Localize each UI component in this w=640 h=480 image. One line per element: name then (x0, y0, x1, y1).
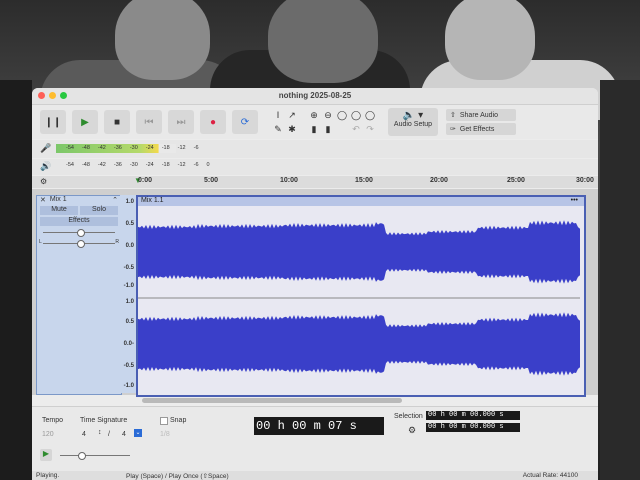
silence-icon[interactable]: ▮ (322, 123, 334, 135)
waveform[interactable] (138, 206, 580, 391)
record-button[interactable]: ● (200, 110, 226, 134)
stop-button[interactable]: ■ (104, 110, 130, 134)
vertical-amplitude-scale[interactable]: 1.0 0.5 0.0 -0.5 -1.0 1.0 0.5 0.0- -0.5 … (120, 195, 136, 393)
skip-start-icon: ⏮ (144, 116, 154, 128)
skip-start-button[interactable]: ⏮ (136, 110, 162, 134)
trim-icon[interactable]: ▮ (308, 123, 320, 135)
audacity-window: nothing 2025-08-25 ❙❙ ▶ ■ ⏮ ⏭ ● ⟳ I ↗ ✎ … (32, 88, 598, 480)
collapse-track-icon[interactable]: ⌃ (112, 196, 118, 205)
audio-setup-label: Audio Setup (393, 121, 433, 128)
playback-meter-scale[interactable]: -54 -48 -42 -36 -30 -24 -18 -12 -6 0 (66, 162, 210, 168)
effects-button[interactable]: Effects (40, 217, 118, 226)
skip-end-icon: ⏭ (176, 116, 186, 128)
ts-numerator[interactable]: 4 (82, 431, 86, 438)
ts-numerator-stepper[interactable]: ↕ (98, 429, 102, 436)
status-bar: Playing. Play (Space) / Play Once (⇧Spac… (32, 471, 598, 480)
playback-meter-toolbar: 🔊 -54 -48 -42 -36 -30 -24 -18 -12 -6 0 (32, 159, 598, 175)
pan-right-label: R (115, 239, 119, 245)
play-icon: ▶ (81, 116, 89, 128)
loop-icon: ⟳ (240, 116, 250, 128)
horizontal-scrollbar[interactable] (142, 398, 402, 403)
share-icon: ⇧ (450, 112, 456, 119)
snap-dropdown[interactable]: 1/8 (160, 431, 170, 438)
speaker-icon: 🔈 ▾ (402, 110, 424, 121)
speaker-meter-icon: 🔊 (40, 161, 52, 171)
tick-label: 15:00 (355, 177, 373, 184)
track-control-panel: ✕ Mix 1 ⌃ Mute Solo Effects L R (36, 195, 122, 395)
share-audio-button[interactable]: ⇧ Share Audio (446, 109, 516, 121)
envelope-tool[interactable]: ↗ (286, 109, 298, 121)
zoom-fit-icon[interactable]: ◯ (350, 109, 362, 121)
status-hint: Play (Space) / Play Once (⇧Space) (126, 473, 229, 480)
gain-slider[interactable] (43, 229, 115, 237)
audio-clip[interactable]: Mix 1.1 ••• (136, 195, 586, 397)
zoom-out-icon[interactable]: ⊖ (322, 109, 334, 121)
zoom-selection-icon[interactable]: ◯ (336, 109, 348, 121)
record-meter-toolbar: 🎤 -54 -48 -42 -36 -30 -24 -18 -12 -6 (32, 140, 598, 158)
selection-label: Selection (394, 413, 423, 420)
plug-icon: ✑ (450, 126, 456, 133)
snap-checkbox[interactable] (160, 417, 168, 425)
tick-label: 20:00 (430, 177, 448, 184)
pause-button[interactable]: ❙❙ (40, 110, 66, 134)
pan-slider[interactable]: L R (39, 239, 119, 248)
select-tool[interactable]: I (272, 109, 284, 121)
time-display[interactable]: 00 h 00 m 07 s (254, 417, 384, 435)
status-rate: Actual Rate: 44100 (522, 472, 578, 479)
tick-label: 10:00 (280, 177, 298, 184)
close-track-icon[interactable]: ✕ (40, 196, 46, 205)
mute-button[interactable]: Mute (40, 206, 78, 215)
clip-menu-icon[interactable]: ••• (571, 197, 578, 206)
record-icon: ● (209, 116, 217, 128)
clip-header[interactable]: Mix 1.1 ••• (138, 197, 584, 206)
tick-label: 0:00 (138, 177, 153, 184)
audio-setup-button[interactable]: 🔈 ▾ Audio Setup (388, 108, 438, 136)
track-name[interactable]: Mix 1 (50, 196, 67, 205)
selection-settings-icon[interactable]: ⚙ (408, 425, 416, 436)
redo-icon[interactable]: ↷ (364, 123, 376, 135)
pause-icon: ❙❙ (44, 116, 62, 128)
selection-end[interactable]: 00 h 00 m 00.000 s (426, 423, 520, 432)
tick-label: 25:00 (507, 177, 525, 184)
play-speed-slider[interactable] (60, 452, 130, 460)
loop-button[interactable]: ⟳ (232, 110, 258, 134)
multi-tool[interactable]: ✱ (286, 123, 298, 135)
stop-icon: ■ (113, 116, 121, 128)
play-button[interactable]: ▶ (72, 110, 98, 134)
zoom-in-icon[interactable]: ⊕ (308, 109, 320, 121)
snap-label: Snap (170, 417, 187, 424)
title-bar: nothing 2025-08-25 (32, 88, 598, 105)
main-toolbar: ❙❙ ▶ ■ ⏮ ⏭ ● ⟳ I ↗ ✎ ✱ ⊕ ⊖ ◯ ◯ ◯ ▮ ▮ ↶ ↷… (32, 105, 598, 139)
tick-label: 30:00 (576, 177, 594, 184)
selection-start[interactable]: 00 h 00 m 00.000 s (426, 411, 520, 420)
record-meter-scale: -54 -48 -42 -36 -30 -24 -18 -12 -6 (66, 145, 199, 151)
pan-left-label: L (39, 239, 42, 245)
tempo-label: Tempo (42, 417, 64, 424)
tempo-input[interactable]: 120 (42, 431, 54, 438)
solo-button[interactable]: Solo (80, 206, 118, 215)
mic-icon: 🎤 (40, 143, 52, 153)
status-state: Playing. (36, 472, 60, 479)
share-audio-label: Share Audio (459, 111, 499, 119)
skip-end-button[interactable]: ⏭ (168, 110, 194, 134)
track-area: ✕ Mix 1 ⌃ Mute Solo Effects L R 1.0 0.5 … (32, 189, 598, 397)
bottom-toolbar: Tempo 120 Time Signature 4 ↕ / 4 ⌄ Snap … (32, 406, 598, 480)
undo-icon[interactable]: ↶ (350, 123, 362, 135)
timeline-settings-icon[interactable]: ⚙ (40, 177, 47, 186)
tick-label: 5:00 (204, 177, 219, 184)
time-signature-label: Time Signature (80, 417, 128, 424)
timeline-ruler[interactable]: ⚙ ▼ 0:00 5:00 10:00 15:00 20:00 25:00 30… (32, 176, 598, 188)
draw-tool[interactable]: ✎ (272, 123, 284, 135)
get-effects-button[interactable]: ✑ Get Effects (446, 123, 516, 135)
play-at-speed-button[interactable]: ▶ (40, 449, 52, 461)
ts-denominator[interactable]: 4 (122, 431, 126, 438)
clip-name[interactable]: Mix 1.1 (141, 197, 164, 206)
get-effects-label: Get Effects (459, 125, 495, 133)
window-title: nothing 2025-08-25 (278, 91, 352, 100)
zoom-toggle-icon[interactable]: ◯ (364, 109, 376, 121)
ts-denominator-dropdown[interactable]: ⌄ (134, 429, 142, 437)
